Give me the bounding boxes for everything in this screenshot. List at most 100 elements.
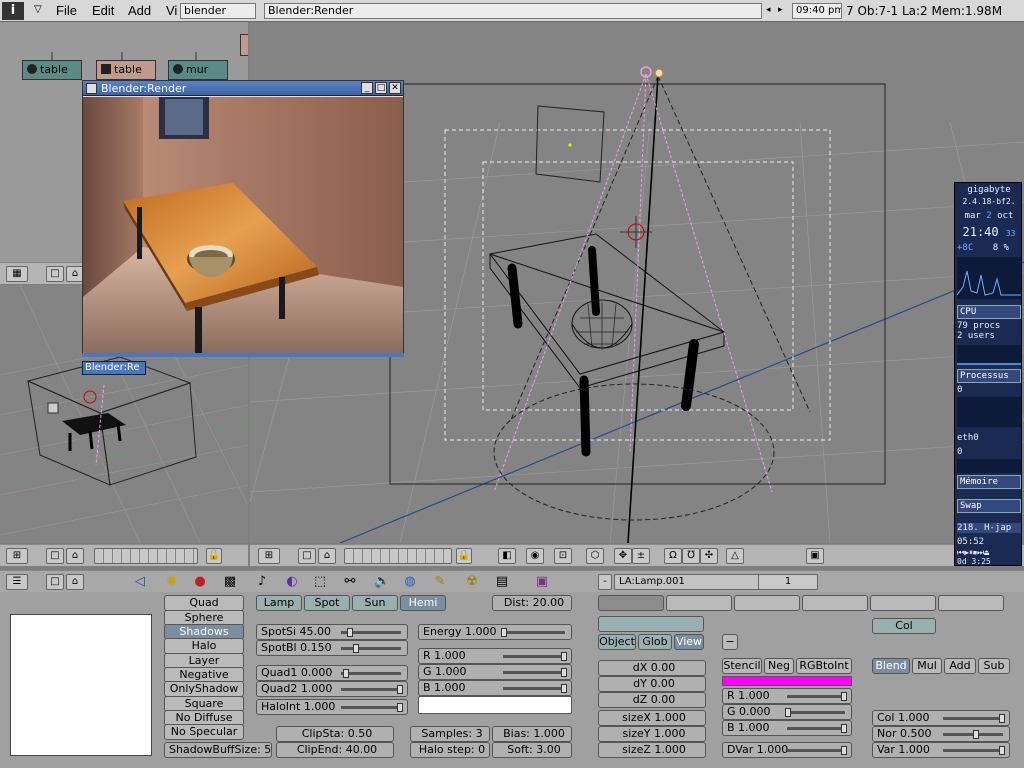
script-context-icon[interactable]: ▤: [494, 574, 510, 590]
blend-mode-mul[interactable]: Mul: [912, 658, 942, 674]
paint-context-icon[interactable]: ✎: [432, 574, 448, 590]
blend-mode-sub[interactable]: Sub: [978, 658, 1010, 674]
render-context-icon[interactable]: ▣: [534, 574, 550, 590]
arrow-right-icon[interactable]: ▸: [778, 5, 783, 15]
window-type-icon[interactable]: ☰: [6, 574, 28, 590]
gkrellm-monitor[interactable]: gigabyte 2.4.18-bf2. mar 2 oct 21:40 33 …: [954, 182, 1022, 566]
oops-node-partial[interactable]: [240, 34, 248, 56]
dist-field[interactable]: Dist: 20.00: [492, 595, 572, 611]
arrow-left-icon[interactable]: ◂: [766, 5, 771, 15]
render-window-title[interactable]: Blender:Render: [83, 81, 403, 96]
lock-icon[interactable]: 🔒: [456, 548, 472, 564]
blender-info-icon[interactable]: i: [2, 2, 24, 20]
haloint-slider[interactable]: HaloInt 1.000: [256, 699, 408, 715]
menu-file[interactable]: File: [56, 3, 77, 18]
stencil-toggle[interactable]: Stencil: [722, 658, 762, 674]
map-object[interactable]: Object: [598, 634, 636, 650]
view-context-icon[interactable]: ◁: [132, 574, 148, 590]
texture-channel-6[interactable]: [938, 595, 1004, 611]
samples-field[interactable]: Samples: 3: [410, 726, 490, 742]
oops-node-table[interactable]: table: [22, 60, 82, 80]
texture-name-field[interactable]: [598, 616, 704, 632]
menu-edit[interactable]: Edit: [92, 3, 114, 18]
scene-field[interactable]: blender: [180, 3, 256, 19]
nor-slider[interactable]: Nor 0.500: [872, 726, 1010, 742]
type-spot[interactable]: Spot: [304, 595, 350, 611]
toggle-onlyshadow[interactable]: OnlyShadow: [164, 681, 244, 697]
view-mode-icon[interactable]: ◧: [498, 548, 516, 564]
lamp-color-swatch[interactable]: [418, 696, 572, 714]
layer-buttons[interactable]: [94, 548, 198, 564]
blend-mode-add[interactable]: Add: [944, 658, 976, 674]
maximize-icon[interactable]: □: [375, 82, 387, 94]
magnet-icon[interactable]: Ω: [664, 548, 682, 564]
window-menu-icon[interactable]: [86, 83, 97, 94]
lamp-users-field[interactable]: 1: [758, 574, 818, 590]
world-globe-icon[interactable]: ◍: [402, 574, 418, 590]
rgbtoint-toggle[interactable]: RGBtoInt: [796, 658, 852, 674]
anim-context-icon[interactable]: ♪: [254, 574, 270, 590]
texture-channel-2[interactable]: [666, 595, 732, 611]
render-window-scrollbar[interactable]: [82, 353, 404, 357]
proportional-icon[interactable]: ℧: [682, 548, 700, 564]
scale-icon[interactable]: ±: [632, 548, 650, 564]
var-slider[interactable]: Var 1.000: [872, 742, 1010, 758]
lamp-browse-button[interactable]: -: [598, 574, 612, 590]
map-view[interactable]: View: [674, 634, 704, 650]
texture-context-icon[interactable]: ▩: [222, 574, 238, 590]
bias-field[interactable]: Bias: 1.000: [492, 726, 572, 742]
falloff-icon[interactable]: ✣: [700, 548, 718, 564]
oops-node-table-mesh[interactable]: table: [96, 60, 156, 80]
camera-icon[interactable]: △: [726, 548, 744, 564]
close-icon[interactable]: ✕: [389, 82, 401, 94]
soft-field[interactable]: Soft: 3.00: [492, 742, 572, 758]
material-context-icon[interactable]: ●: [192, 574, 208, 590]
texture-color-swatch[interactable]: [722, 676, 852, 686]
window-type-icon[interactable]: ⊞: [258, 548, 280, 564]
g-slider[interactable]: G 1.000: [418, 664, 572, 680]
constraint-context-icon[interactable]: ⚯: [342, 574, 358, 590]
sizey-field[interactable]: sizeY 1.000: [598, 726, 706, 742]
quad2-slider[interactable]: Quad2 1.000: [256, 681, 408, 697]
sizez-field[interactable]: sizeZ 1.000: [598, 742, 706, 758]
edit-context-icon[interactable]: ⬚: [312, 574, 328, 590]
shadow-buff-size-field[interactable]: ShadowBuffSize: 512: [164, 742, 272, 758]
spotsi-slider[interactable]: SpotSi 45.00: [256, 624, 408, 640]
texture-channel-5[interactable]: [870, 595, 936, 611]
energy-slider[interactable]: Energy 1.000: [418, 624, 572, 640]
render-icon[interactable]: ▣: [806, 548, 824, 564]
fullscreen-icon[interactable]: □: [46, 574, 64, 590]
dvar-slider[interactable]: DVar 1.000: [722, 742, 852, 758]
tex-r-slider[interactable]: R 1.000: [722, 688, 852, 704]
b-slider[interactable]: B 1.000: [418, 680, 572, 696]
toggle-halo[interactable]: Halo: [164, 638, 244, 654]
dz-field[interactable]: dZ 0.00: [598, 692, 706, 708]
halostep-field[interactable]: Halo step: 0: [410, 742, 490, 758]
texture-channel-4[interactable]: [802, 595, 868, 611]
home-icon[interactable]: ⌂: [318, 548, 336, 564]
dy-field[interactable]: dY 0.00: [598, 676, 706, 692]
fullscreen-icon[interactable]: □: [46, 548, 64, 564]
render-window[interactable]: Blender:Render _ □ ✕: [82, 80, 404, 356]
radiosity-context-icon[interactable]: ☢: [464, 574, 480, 590]
quad1-slider[interactable]: Quad1 0.000: [256, 665, 408, 681]
menu-view[interactable]: Vi: [166, 3, 177, 18]
r-slider[interactable]: R 1.000: [418, 648, 572, 664]
world-context-icon[interactable]: ◐: [284, 574, 300, 590]
blend-mode-blend[interactable]: Blend: [872, 658, 910, 674]
texture-channel-3[interactable]: [734, 595, 800, 611]
window-type-icon[interactable]: ⊞: [6, 548, 28, 564]
toggle-quad[interactable]: Quad: [164, 595, 244, 611]
grab-icon[interactable]: ✥: [614, 548, 632, 564]
lock-icon[interactable]: 🔒: [206, 548, 222, 564]
oops-node-mur[interactable]: mur: [168, 60, 228, 80]
fullscreen-icon[interactable]: □: [46, 266, 64, 282]
lamp-context-icon[interactable]: ✺: [164, 574, 180, 590]
clipend-field[interactable]: ClipEnd: 40.00: [276, 742, 394, 758]
window-type-icon[interactable]: ▦: [6, 266, 28, 282]
type-lamp[interactable]: Lamp: [256, 595, 302, 611]
cube-icon[interactable]: ⬡: [586, 548, 604, 564]
spotbl-slider[interactable]: SpotBl 0.150: [256, 640, 408, 656]
clipsta-field[interactable]: ClipSta: 0.50: [276, 726, 394, 742]
pivot-icon[interactable]: ⊡: [554, 548, 572, 564]
